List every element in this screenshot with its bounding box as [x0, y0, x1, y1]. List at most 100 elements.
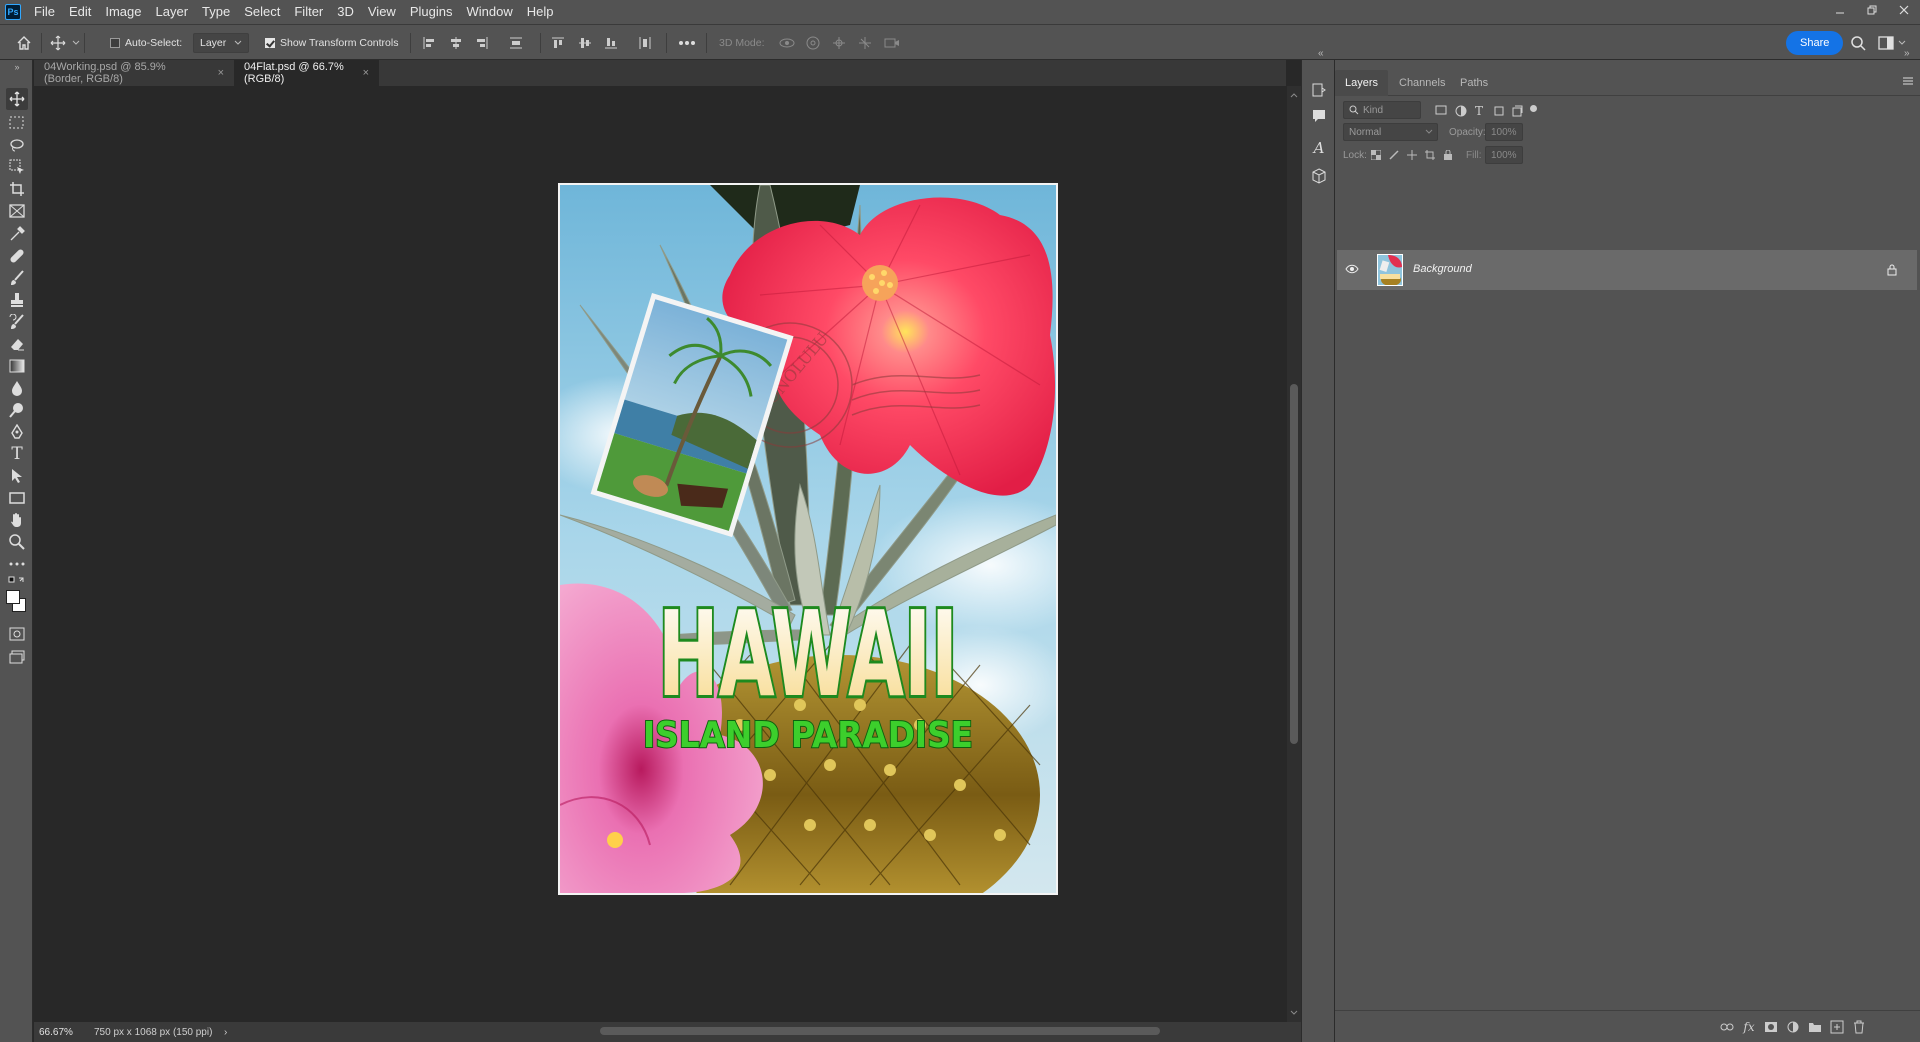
path-selection-tool[interactable] — [6, 465, 28, 487]
rectangular-marquee-tool[interactable] — [6, 112, 28, 134]
filter-toggle-button[interactable] — [1530, 105, 1537, 112]
3d-pan-button[interactable] — [832, 25, 846, 61]
filter-adjustment-button[interactable] — [1455, 105, 1467, 117]
lock-transparent-button[interactable] — [1371, 150, 1381, 160]
3d-slide-button[interactable] — [858, 25, 872, 61]
3d-roll-button[interactable] — [806, 25, 820, 61]
document-tab-active[interactable]: 04Flat.psd @ 66.7% (RGB/8) × — [234, 60, 379, 86]
layer-lock-indicator[interactable] — [1887, 264, 1897, 276]
lock-position-button[interactable] — [1407, 150, 1417, 160]
menu-layer[interactable]: Layer — [149, 0, 196, 24]
new-group-button[interactable] — [1807, 1019, 1823, 1035]
filter-shape-button[interactable] — [1493, 105, 1505, 117]
healing-brush-tool[interactable] — [6, 245, 28, 267]
hand-tool[interactable] — [6, 509, 28, 531]
align-left-button[interactable] — [422, 25, 436, 61]
document-tab[interactable]: 04Working.psd @ 85.9% (Border, RGB/8) × — [34, 60, 234, 86]
align-bottom-button[interactable] — [604, 25, 618, 61]
menu-select[interactable]: Select — [237, 0, 287, 24]
blur-tool[interactable] — [6, 377, 28, 399]
move-tool[interactable] — [6, 88, 28, 110]
brush-tool[interactable] — [6, 267, 28, 289]
history-panel-button[interactable] — [1309, 80, 1329, 100]
character-panel-button[interactable]: A — [1309, 138, 1329, 158]
panel-menu-button[interactable] — [1902, 76, 1914, 86]
history-brush-tool[interactable] — [6, 311, 28, 333]
rectangle-tool[interactable] — [6, 487, 28, 509]
pen-tool[interactable] — [6, 421, 28, 443]
layer-style-button[interactable]: fx — [1741, 1019, 1757, 1035]
frame-tool[interactable] — [6, 200, 28, 222]
foreground-color-swatch[interactable] — [6, 590, 20, 604]
auto-select-target-select[interactable]: Layer — [193, 33, 249, 53]
dodge-tool[interactable] — [6, 399, 28, 421]
blend-mode-select[interactable]: Normal — [1343, 123, 1438, 141]
lock-image-button[interactable] — [1389, 150, 1399, 160]
distribute-horizontal-button[interactable] — [638, 25, 652, 61]
align-center-button[interactable] — [449, 25, 463, 61]
gradient-tool[interactable] — [6, 355, 28, 377]
3d-panel-button[interactable] — [1309, 166, 1329, 186]
share-button[interactable]: Share — [1786, 31, 1844, 55]
eraser-tool[interactable] — [6, 333, 28, 355]
menu-type[interactable]: Type — [195, 0, 237, 24]
crop-tool[interactable] — [6, 178, 28, 200]
horizontal-scroll-thumb[interactable] — [600, 1027, 1160, 1035]
comments-panel-button[interactable] — [1309, 106, 1329, 126]
document-canvas[interactable]: HONOLULU HAWAII ISLAND PARADISE — [558, 183, 1058, 895]
minimize-button[interactable] — [1824, 0, 1856, 20]
lock-all-button[interactable] — [1443, 150, 1453, 160]
eyedropper-tool[interactable] — [6, 223, 28, 245]
workspace-switcher[interactable] — [1878, 25, 1906, 61]
3d-orbit-button[interactable] — [779, 25, 795, 61]
link-layers-button[interactable] — [1719, 1019, 1735, 1035]
layer-kind-filter[interactable]: Kind — [1343, 101, 1421, 119]
restore-button[interactable] — [1856, 0, 1888, 20]
default-colors-button[interactable] — [6, 574, 28, 588]
zoom-tool[interactable] — [6, 531, 28, 553]
auto-select-checkbox[interactable]: Auto-Select: — [110, 25, 182, 61]
menu-3d[interactable]: 3D — [330, 0, 361, 24]
zoom-level[interactable]: 66.67% — [39, 1027, 84, 1038]
menu-help[interactable]: Help — [520, 0, 561, 24]
edit-toolbar-button[interactable] — [6, 553, 28, 575]
distribute-vertical-button[interactable] — [509, 25, 523, 61]
filter-smart-object-button[interactable] — [1511, 105, 1523, 117]
collapse-panels-button[interactable]: » — [1904, 48, 1910, 59]
show-transform-controls-checkbox[interactable]: Show Transform Controls — [265, 25, 398, 61]
3d-scale-button[interactable] — [884, 25, 900, 61]
menu-file[interactable]: File — [27, 0, 62, 24]
color-swatches[interactable] — [6, 588, 28, 618]
lock-artboard-button[interactable] — [1425, 150, 1435, 160]
menu-image[interactable]: Image — [98, 0, 148, 24]
align-top-button[interactable] — [551, 25, 565, 61]
screen-mode-button[interactable] — [6, 646, 28, 668]
vertical-scrollbar[interactable] — [1287, 86, 1301, 1022]
more-options-button[interactable] — [678, 25, 696, 61]
tab-paths[interactable]: Paths — [1450, 70, 1498, 96]
collapse-icon-strip-button[interactable]: « — [1318, 48, 1324, 59]
align-right-button[interactable] — [475, 25, 489, 61]
layer-name[interactable]: Background — [1413, 263, 1472, 275]
move-tool-preset[interactable] — [50, 25, 80, 61]
fill-input[interactable]: 100% — [1485, 146, 1523, 164]
opacity-input[interactable]: 100% — [1485, 123, 1523, 141]
object-selection-tool[interactable] — [6, 156, 28, 178]
menu-window[interactable]: Window — [459, 0, 519, 24]
close-tab-icon[interactable]: × — [363, 67, 369, 79]
close-tab-icon[interactable]: × — [218, 67, 224, 79]
filter-type-button[interactable]: T — [1475, 104, 1483, 118]
delete-layer-button[interactable] — [1851, 1019, 1867, 1035]
align-middle-button[interactable] — [578, 25, 592, 61]
menu-filter[interactable]: Filter — [287, 0, 330, 24]
new-adjustment-layer-button[interactable] — [1785, 1019, 1801, 1035]
close-window-button[interactable] — [1888, 0, 1920, 20]
clone-stamp-tool[interactable] — [6, 289, 28, 311]
search-button[interactable] — [1850, 25, 1866, 61]
quick-mask-button[interactable] — [6, 623, 28, 645]
lasso-tool[interactable] — [6, 134, 28, 156]
new-layer-button[interactable] — [1829, 1019, 1845, 1035]
filter-pixel-button[interactable] — [1435, 105, 1447, 115]
add-mask-button[interactable] — [1763, 1019, 1779, 1035]
menu-plugins[interactable]: Plugins — [403, 0, 460, 24]
